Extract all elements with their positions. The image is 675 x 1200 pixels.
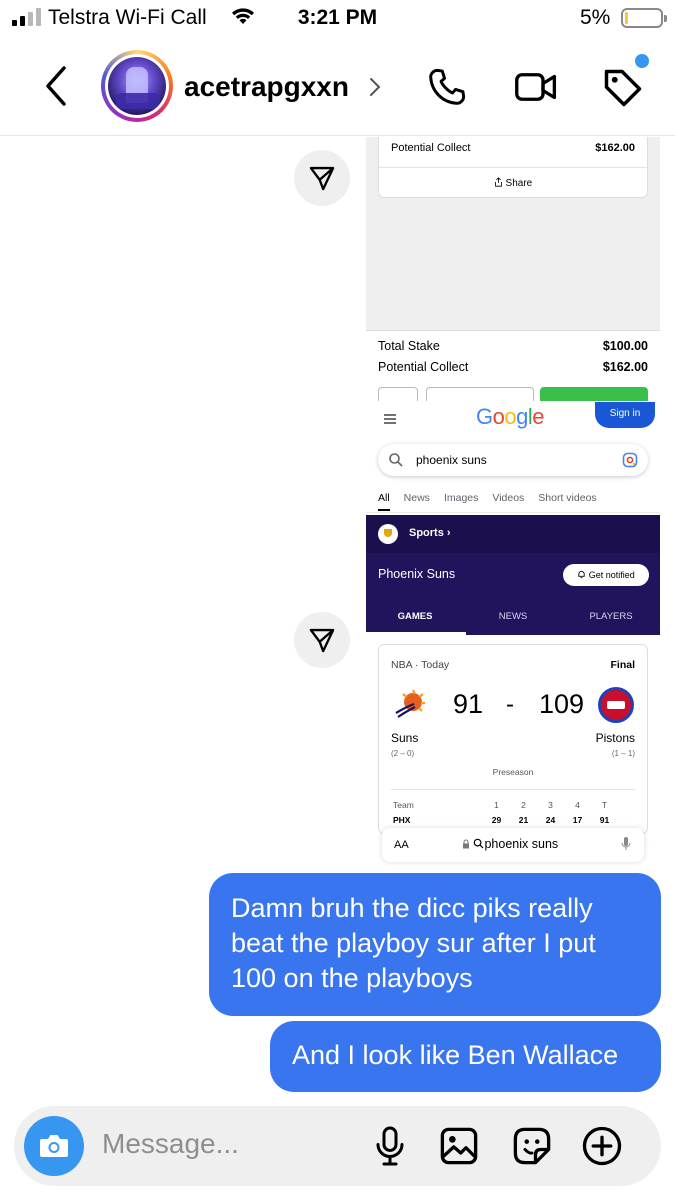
message-bubble[interactable]: Damn bruh the dicc piks really beat the … [209,873,661,1016]
away-record: (1 – 1) [611,749,635,758]
tab-news: News [403,492,430,504]
camera-button[interactable] [24,1116,84,1176]
league-date: NBA · Today [391,659,450,671]
sign-in-button: Sign in [595,402,655,428]
score-separator: - [506,691,514,718]
suns-logo-icon [395,689,425,718]
carrier-label: Telstra Wi-Fi Call [48,6,207,29]
avatar[interactable] [101,50,173,122]
potential-collect-label: Potential Collect [391,142,471,154]
chevron-right-icon[interactable] [368,76,382,98]
chat-header: acetrapgxxn [0,38,675,136]
lock-icon [463,839,469,849]
pistons-logo-icon [598,687,634,723]
bet-card: Potential Collect $162.00 Share [378,137,648,198]
back-chevron-icon[interactable] [40,64,70,108]
partial-button [426,387,534,401]
battery-icon [621,8,667,28]
shared-screenshot[interactable]: Potential Collect $162.00 Share Total St… [366,137,660,865]
sports-panel: Sports › Phoenix Suns Get notified GAMES… [366,515,660,635]
score-card: NBA · Today Final 91 - 109 Suns (2 – 0) … [378,644,648,834]
sports-label: Sports › [409,527,451,539]
google-lens-icon [622,452,638,468]
bet-slip-background: Potential Collect $162.00 Share [366,137,660,330]
get-notified-button: Get notified [563,564,649,586]
box-score-row: PHX 29 21 24 17 91 [393,815,610,825]
tab-games: GAMES [397,611,433,622]
phone-icon[interactable] [426,66,468,108]
battery-level [625,12,628,24]
tab-players: PLAYERS [589,611,633,622]
sticker-icon[interactable] [511,1125,553,1167]
total-stake-value: $100.00 [602,339,648,353]
status-bar: Telstra Wi-Fi Call 3:21 PM 5% [0,0,675,38]
clock: 3:21 PM [297,6,378,29]
microphone-icon[interactable] [372,1125,408,1167]
team-title: Phoenix Suns [378,567,456,581]
camera-icon [40,1135,68,1157]
collect-label: Potential Collect [378,360,469,374]
season-type: Preseason [492,767,534,777]
send-icon [309,166,335,191]
home-score: 91 [453,689,484,719]
bell-icon [578,570,585,579]
bet-summary: Total Stake $100.00 Potential Collect $1… [366,330,660,401]
send-icon [309,628,335,653]
address-text: phoenix suns [462,837,558,851]
username[interactable]: acetrapgxxn [184,71,349,103]
share-icon [494,177,502,187]
google-search-box: phoenix suns [378,444,648,476]
tag-icon[interactable] [601,66,645,110]
search-icon [389,453,403,467]
tab-short-videos: Short videos [538,492,597,504]
partial-button [378,387,418,401]
home-record: (2 – 0) [391,749,415,758]
trophy-icon [378,524,398,544]
box-score-header: Team 1 2 3 4 T [393,800,608,810]
potential-collect-value: $162.00 [595,142,635,154]
search-query: phoenix suns [416,453,487,467]
microphone-icon [621,837,631,850]
wifi-icon [232,8,254,24]
tab-videos: Videos [492,492,525,504]
safari-address-bar: AA phoenix suns [382,828,644,862]
search-icon [474,838,484,849]
away-team: Pistons [595,731,635,745]
signal-icon [12,8,41,26]
away-score: 109 [539,689,585,719]
message-input[interactable]: Message... [102,1128,239,1160]
partial-button [540,387,648,401]
message-composer: Message... [14,1106,661,1186]
forward-button[interactable] [294,612,350,668]
message-bubble[interactable]: And I look like Ben Wallace [270,1021,661,1092]
collect-value: $162.00 [602,360,648,374]
forward-button[interactable] [294,150,350,206]
tab-images: Images [443,492,479,504]
video-call-icon[interactable] [513,66,559,108]
notification-dot [635,54,649,68]
home-team: Suns [391,731,419,745]
google-tabs: All News Images Videos Short videos [378,492,597,511]
total-stake-label: Total Stake [378,339,440,353]
avatar-image [108,57,166,115]
battery-percent: 5% [580,6,611,29]
gallery-icon[interactable] [438,1125,480,1167]
add-icon[interactable] [581,1125,623,1167]
menu-icon [384,414,396,424]
text-size-button: AA [394,839,409,851]
tab-team-news: NEWS [498,611,528,622]
tab-all: All [378,492,390,511]
google-logo: Google [476,404,545,429]
share-link: Share [379,177,647,189]
game-status: Final [610,659,635,671]
